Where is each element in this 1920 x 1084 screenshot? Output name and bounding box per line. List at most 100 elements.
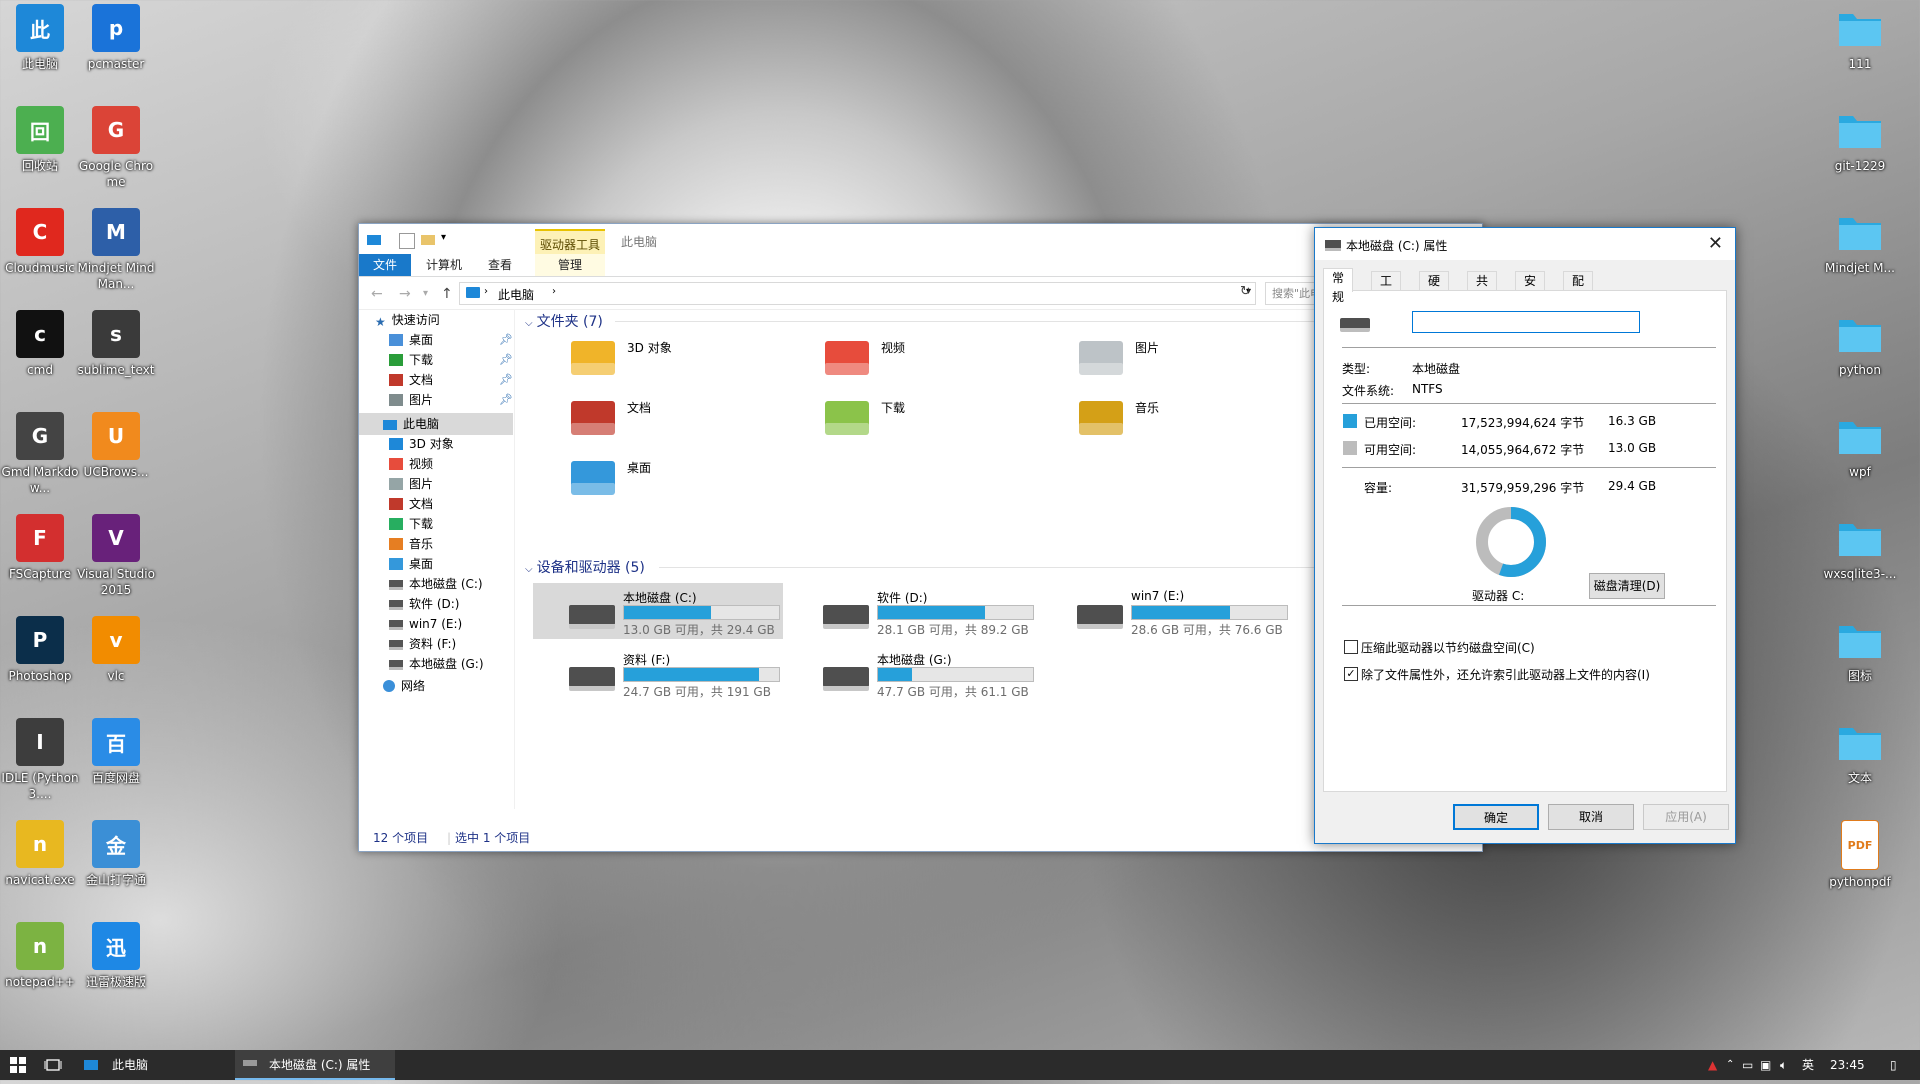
dialog-tab[interactable]: 硬件: [1419, 271, 1450, 307]
folder-item[interactable]: 图片: [1077, 333, 1277, 381]
desktop-icon[interactable]: 此此电脑: [0, 4, 80, 72]
recent-locations-icon[interactable]: ▾: [423, 288, 428, 299]
desktop-icon[interactable]: 迅迅雷极速版: [76, 922, 156, 990]
nav-quick-item[interactable]: 下载: [389, 349, 433, 371]
folder-item[interactable]: 下载: [823, 393, 1023, 441]
taskbar-app-button[interactable]: 本地磁盘 (C:) 属性: [235, 1050, 395, 1080]
nav-pc-item[interactable]: 资料 (F:): [389, 633, 456, 655]
desktop-icon[interactable]: M Mindjet MindMan...: [76, 208, 156, 292]
folder-item[interactable]: 文档: [569, 393, 769, 441]
new-folder-icon[interactable]: [421, 235, 435, 245]
desktop-icon[interactable]: G Google Chrome: [76, 106, 156, 190]
volume-label-input[interactable]: [1412, 311, 1640, 333]
tab-file[interactable]: 文件: [359, 254, 412, 276]
desktop-icon[interactable]: n notepad++: [0, 922, 80, 990]
volume-icon[interactable]: 🔈︎: [1780, 1050, 1787, 1080]
clock[interactable]: 23:45: [1830, 1050, 1865, 1080]
task-view-button[interactable]: [44, 1050, 62, 1080]
folders-group-header[interactable]: ⌵ 文件夹 (7): [525, 311, 603, 331]
folder-item[interactable]: 桌面: [569, 453, 769, 501]
desktop-icon[interactable]: git-1229: [1820, 106, 1900, 174]
desktop-icon[interactable]: 111: [1820, 4, 1900, 72]
pin-icon[interactable]: 📌︎: [499, 393, 513, 406]
nav-this-pc[interactable]: 此电脑: [359, 413, 513, 435]
desktop-icon[interactable]: C Cloudmusic: [0, 208, 80, 276]
nav-quick-item[interactable]: 文档: [389, 369, 433, 391]
nav-pc-item[interactable]: 3D 对象: [389, 433, 454, 455]
close-icon[interactable]: ✕: [1708, 233, 1723, 254]
dialog-tab[interactable]: 工具: [1371, 271, 1402, 307]
nav-pc-item[interactable]: 音乐: [389, 533, 433, 555]
folder-item[interactable]: 视频: [823, 333, 1023, 381]
cancel-button[interactable]: 取消: [1548, 804, 1634, 830]
drive-item[interactable]: 本地磁盘 (G:) 47.7 GB 可用，共 61.1 GB: [787, 645, 1037, 701]
desktop-icon[interactable]: wxsqlite3-...: [1820, 514, 1900, 582]
nav-pc-item[interactable]: 视频: [389, 453, 433, 475]
properties-icon[interactable]: [399, 233, 415, 249]
pin-icon[interactable]: 📌︎: [499, 373, 513, 386]
tab-view[interactable]: 查看: [477, 254, 523, 276]
folder-item[interactable]: 音乐: [1077, 393, 1277, 441]
tab-computer[interactable]: 计算机: [415, 254, 473, 276]
desktop-icon[interactable]: U UCBrows...: [76, 412, 156, 480]
nav-pc-item[interactable]: 桌面: [389, 553, 433, 575]
index-label[interactable]: 除了文件属性外，还允许索引此驱动器上文件的内容(I): [1361, 666, 1650, 683]
taskbar-app-button[interactable]: 此电脑: [78, 1050, 233, 1080]
pin-icon[interactable]: 📌︎: [499, 353, 513, 366]
nav-pc-item[interactable]: win7 (E:): [389, 613, 462, 635]
drive-item[interactable]: win7 (E:) 28.6 GB 可用，共 76.6 GB: [1041, 583, 1291, 639]
desktop-icon[interactable]: G Gmd Markdow...: [0, 412, 80, 496]
desktop-icon[interactable]: 图标: [1820, 616, 1900, 684]
nav-quick-access[interactable]: ★ 快速访问: [375, 309, 440, 331]
forward-icon[interactable]: →: [399, 286, 411, 302]
nav-network[interactable]: 网络: [383, 675, 425, 697]
tray-app-icon[interactable]: ▲: [1708, 1050, 1717, 1080]
desktop-icon[interactable]: P Photoshop: [0, 616, 80, 684]
desktop-icon[interactable]: v vlc: [76, 616, 156, 684]
desktop-icon[interactable]: python: [1820, 310, 1900, 378]
nav-pc-item[interactable]: 文档: [389, 493, 433, 515]
input-method-indicator[interactable]: 英: [1802, 1050, 1814, 1080]
desktop-icon[interactable]: 文本: [1820, 718, 1900, 786]
desktop-icon[interactable]: V Visual Studio 2015: [76, 514, 156, 598]
refresh-icon[interactable]: ↻: [1240, 284, 1251, 299]
drives-group-header[interactable]: ⌵ 设备和驱动器 (5): [525, 557, 645, 577]
index-checkbox[interactable]: ✓: [1344, 667, 1358, 681]
nav-pc-item[interactable]: 本地磁盘 (G:): [389, 653, 484, 675]
desktop-icon[interactable]: 金金山打字通: [76, 820, 156, 888]
network-icon[interactable]: ▣: [1760, 1050, 1771, 1080]
nav-quick-item[interactable]: 图片: [389, 389, 433, 411]
drive-item[interactable]: 资料 (F:) 24.7 GB 可用，共 191 GB: [533, 645, 783, 701]
nav-pc-item[interactable]: 图片: [389, 473, 433, 495]
back-icon[interactable]: ←: [371, 286, 383, 302]
desktop-icon[interactable]: 回回收站: [0, 106, 80, 174]
desktop-icon[interactable]: PDF pythonpdf: [1820, 820, 1900, 890]
ok-button[interactable]: 确定: [1453, 804, 1539, 830]
start-button[interactable]: [10, 1050, 28, 1080]
desktop-icon[interactable]: Mindjet M...: [1820, 208, 1900, 276]
desktop-icon[interactable]: wpf: [1820, 412, 1900, 480]
address-bar[interactable]: › 此电脑 › ▾: [459, 282, 1256, 305]
drive-item[interactable]: 本地磁盘 (C:) 13.0 GB 可用，共 29.4 GB: [533, 583, 783, 639]
desktop-icon[interactable]: I IDLE (Python 3....: [0, 718, 80, 802]
notifications-icon[interactable]: ▯: [1890, 1050, 1897, 1080]
show-hidden-icons-icon[interactable]: ⌃: [1726, 1050, 1734, 1080]
dialog-tab[interactable]: 共享: [1467, 271, 1498, 307]
desktop-icon[interactable]: c cmd: [0, 310, 80, 378]
dialog-tab[interactable]: 配额: [1563, 271, 1594, 307]
desktop-icon[interactable]: s sublime_text: [76, 310, 156, 378]
compress-checkbox[interactable]: [1344, 640, 1358, 654]
compress-label[interactable]: 压缩此驱动器以节约磁盘空间(C): [1361, 639, 1535, 656]
qat-dropdown-icon[interactable]: ▾: [441, 232, 446, 243]
nav-pc-item[interactable]: 下载: [389, 513, 433, 535]
nav-quick-item[interactable]: 桌面: [389, 329, 433, 351]
breadcrumb-chevron[interactable]: ›: [552, 286, 556, 297]
desktop-icon[interactable]: F FSCapture: [0, 514, 80, 582]
up-icon[interactable]: ↑: [441, 286, 453, 302]
dialog-tab[interactable]: 安全: [1515, 271, 1546, 307]
desktop-icon[interactable]: 百百度网盘: [76, 718, 156, 786]
dialog-tab[interactable]: 常规: [1323, 268, 1354, 304]
nav-pc-item[interactable]: 软件 (D:): [389, 593, 459, 615]
folder-item[interactable]: 3D 对象: [569, 333, 769, 381]
disk-cleanup-button[interactable]: 磁盘清理(D): [1589, 573, 1665, 599]
